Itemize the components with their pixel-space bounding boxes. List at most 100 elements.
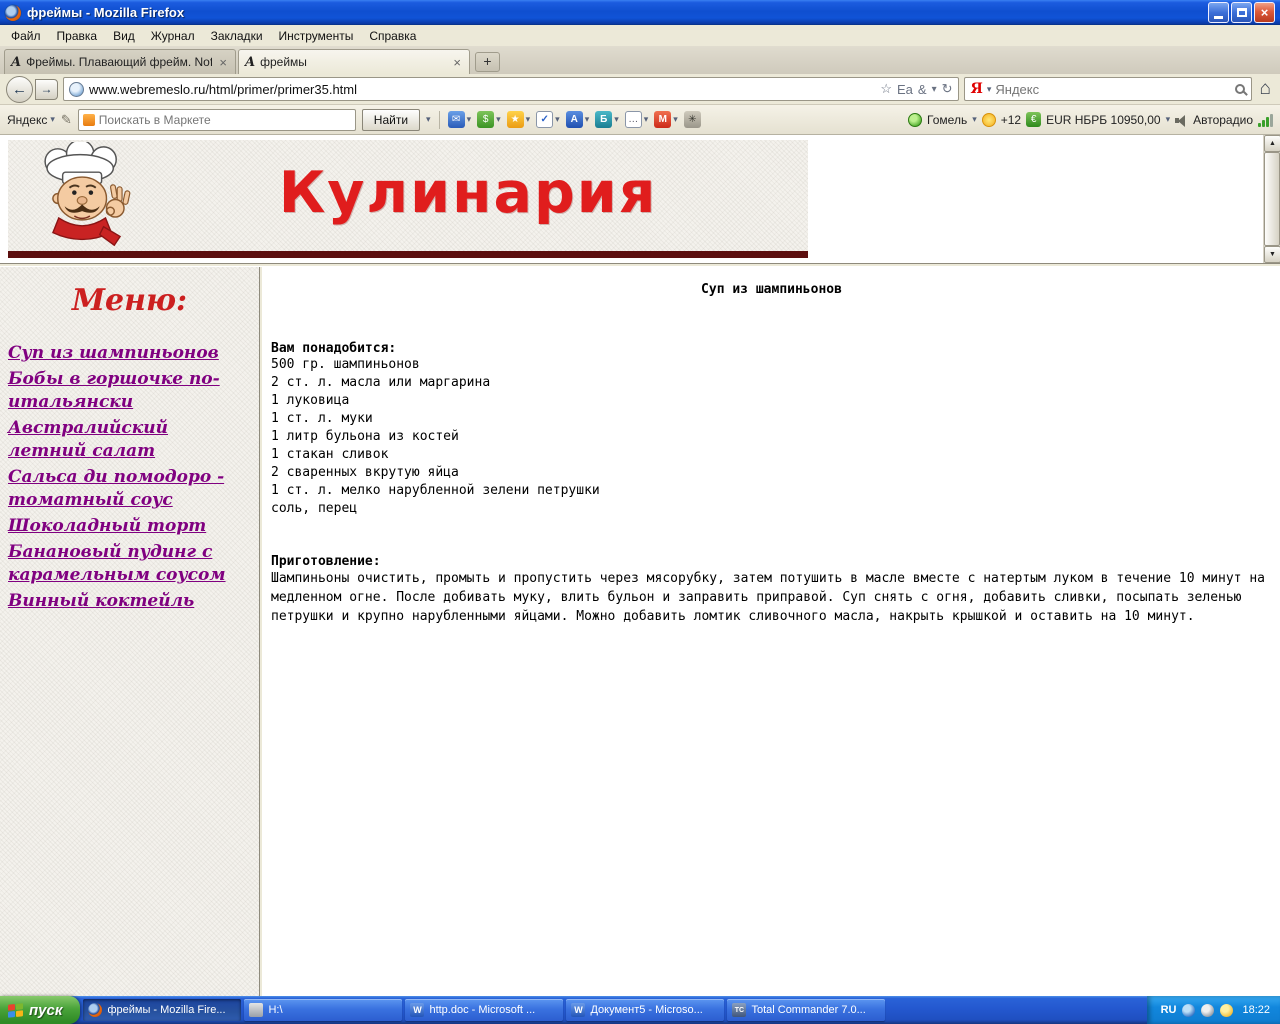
chevron-down-icon[interactable]: ▾ xyxy=(585,114,590,125)
scroll-up-icon[interactable]: ▲ xyxy=(1264,135,1280,152)
menu-link-australian-salad[interactable]: Австралийский летний салат xyxy=(8,417,251,463)
menu-link-wine-cocktail[interactable]: Винный коктейль xyxy=(8,590,251,613)
find-dropdown-icon[interactable]: ▾ xyxy=(426,114,431,125)
mail-tool[interactable]: ✉ ▾ xyxy=(447,111,472,128)
task-label: http.doc - Microsoft ... xyxy=(429,1004,536,1016)
search-bar[interactable]: Я ▾ xyxy=(963,77,1252,101)
task-label: фреймы - Mozilla Fire... xyxy=(107,1004,226,1016)
chevron-down-icon[interactable]: ▾ xyxy=(496,114,501,125)
tray-icon-gray[interactable] xyxy=(1201,1003,1215,1017)
screen: фреймы - Mozilla Firefox × Файл Правка В… xyxy=(0,0,1280,1024)
dictionary-icon[interactable]: Б xyxy=(595,111,613,128)
signal-bars-icon xyxy=(1258,113,1273,127)
ingredient-line: 1 ст. л. мелко нарубленной зелени петруш… xyxy=(271,483,600,498)
recipe-title: Суп из шампиньонов xyxy=(701,282,842,297)
home-button[interactable]: ⌂ xyxy=(1257,78,1274,100)
taskbar-item-word-http[interactable]: W http.doc - Microsoft ... xyxy=(405,999,564,1021)
web-search-input[interactable] xyxy=(995,81,1231,97)
tab-close-icon[interactable]: × xyxy=(451,55,463,70)
tray-icon-blue[interactable] xyxy=(1182,1003,1196,1017)
speaker-icon[interactable] xyxy=(1175,114,1188,127)
yandex-brand-menu[interactable]: Яндекс ▾ xyxy=(7,113,55,127)
market-search-input[interactable] xyxy=(98,112,351,127)
language-indicator[interactable]: RU xyxy=(1161,1004,1177,1016)
notes-edit-icon[interactable]: ✎ xyxy=(61,112,72,128)
url-dropdown-icon[interactable]: ▾ xyxy=(932,84,937,95)
menu-link-banana-pudding[interactable]: Банановый пудинг с карамельным соусом xyxy=(8,541,251,587)
mail-icon[interactable]: ✉ xyxy=(447,111,465,128)
favorites-star-icon[interactable]: ★ xyxy=(506,111,524,128)
weather-city-label[interactable]: Гомель xyxy=(927,113,967,127)
yandex-engine-icon[interactable]: Я xyxy=(971,81,983,97)
translate-tool[interactable]: А ▾ xyxy=(565,111,590,128)
menu-view[interactable]: Вид xyxy=(105,27,143,45)
translate-extension-icon[interactable]: Ea xyxy=(897,82,913,97)
menu-help[interactable]: Справка xyxy=(361,27,424,45)
close-button[interactable]: × xyxy=(1254,2,1275,23)
dictionary-tool[interactable]: Б ▾ xyxy=(595,111,619,128)
spellcheck-tool[interactable]: ✓ ▾ xyxy=(536,111,560,128)
money-icon[interactable]: $ xyxy=(477,111,495,128)
taskbar-item-total-commander[interactable]: TC Total Commander 7.0... xyxy=(727,999,886,1021)
minimize-button[interactable] xyxy=(1208,2,1229,23)
tab-frames-active[interactable]: A фреймы × xyxy=(238,49,470,74)
find-button[interactable]: Найти xyxy=(361,108,421,131)
site-identity-icon[interactable] xyxy=(69,81,84,97)
taskbar-item-firefox[interactable]: фреймы - Mozilla Fire... xyxy=(83,999,242,1021)
comments-icon[interactable]: … xyxy=(624,111,642,128)
menu-history[interactable]: Журнал xyxy=(143,27,203,45)
menu-bookmarks[interactable]: Закладки xyxy=(203,27,271,45)
menu-link-mushroom-soup[interactable]: Суп из шампиньонов xyxy=(8,342,251,365)
settings-gear-icon[interactable]: ✳ xyxy=(683,111,701,128)
search-engine-dropdown-icon[interactable]: ▾ xyxy=(987,84,992,95)
taskbar-item-word-doc5[interactable]: W Документ5 - Microso... xyxy=(566,999,725,1021)
chevron-down-icon[interactable]: ▾ xyxy=(614,114,619,125)
bookmark-star-icon[interactable]: ☆ xyxy=(880,81,892,97)
tab-close-icon[interactable]: × xyxy=(217,55,229,70)
menu-link-chocolate-cake[interactable]: Шоколадный торт xyxy=(8,515,251,538)
tray-smiley-icon[interactable] xyxy=(1220,1003,1234,1017)
menu-link-beans[interactable]: Бобы в горшочке по-итальянски xyxy=(8,368,251,414)
search-icon[interactable] xyxy=(1234,84,1245,94)
currency-icon[interactable]: € xyxy=(1026,112,1042,127)
back-button[interactable]: ← xyxy=(6,75,33,103)
restore-button[interactable] xyxy=(1231,2,1252,23)
menu-link-salsa[interactable]: Сальса ди помодоро - томатный соус xyxy=(8,466,251,512)
chevron-down-icon[interactable]: ▾ xyxy=(972,114,977,125)
market-search-bar[interactable] xyxy=(77,108,356,131)
money-tool[interactable]: $ ▾ xyxy=(477,111,501,128)
menu-file[interactable]: Файл xyxy=(3,27,49,45)
url-input[interactable] xyxy=(89,81,876,97)
tab-frames-article[interactable]: A Фреймы. Плавающий фрейм. Noframes... × xyxy=(4,49,236,74)
comments-tool[interactable]: … ▾ xyxy=(624,111,649,128)
header-frame-scrollbar[interactable]: ▲ ▼ xyxy=(1263,135,1280,263)
start-button[interactable]: пуск xyxy=(0,996,81,1024)
chevron-down-icon[interactable]: ▾ xyxy=(1166,114,1171,125)
favorites-tool[interactable]: ★ ▾ xyxy=(506,111,531,128)
spellcheck-icon[interactable]: ✓ xyxy=(536,111,554,128)
radio-label[interactable]: Авторадио xyxy=(1193,113,1253,127)
metrika-tool[interactable]: М ▾ xyxy=(654,111,678,128)
forward-button[interactable]: → xyxy=(35,78,58,100)
menu-tools[interactable]: Инструменты xyxy=(271,27,362,45)
translate-icon[interactable]: А xyxy=(565,111,583,128)
minimize-icon xyxy=(1214,16,1223,19)
scroll-down-icon[interactable]: ▼ xyxy=(1264,246,1280,263)
chevron-down-icon[interactable]: ▾ xyxy=(555,114,560,125)
start-label: пуск xyxy=(29,1001,63,1019)
reload-icon[interactable]: ↻ xyxy=(942,81,953,97)
chevron-down-icon[interactable]: ▾ xyxy=(644,114,649,125)
chevron-down-icon[interactable]: ▾ xyxy=(526,114,531,125)
menu-edit[interactable]: Правка xyxy=(49,27,106,45)
taskbar-item-explorer-h[interactable]: H:\ xyxy=(244,999,403,1021)
url-bar[interactable]: ☆ Ea & ▾ ↻ xyxy=(63,77,959,101)
ampersand-extension-icon[interactable]: & xyxy=(918,82,927,97)
scrollbar-thumb[interactable] xyxy=(1264,152,1280,246)
new-tab-button[interactable]: + xyxy=(475,52,500,72)
window-titlebar[interactable]: фреймы - Mozilla Firefox × xyxy=(0,0,1280,25)
taskbar-clock[interactable]: 18:22 xyxy=(1242,1004,1270,1016)
metrika-icon[interactable]: М xyxy=(654,111,672,128)
status-online-icon[interactable] xyxy=(908,112,923,127)
chevron-down-icon[interactable]: ▾ xyxy=(467,114,472,125)
chevron-down-icon[interactable]: ▾ xyxy=(673,114,678,125)
